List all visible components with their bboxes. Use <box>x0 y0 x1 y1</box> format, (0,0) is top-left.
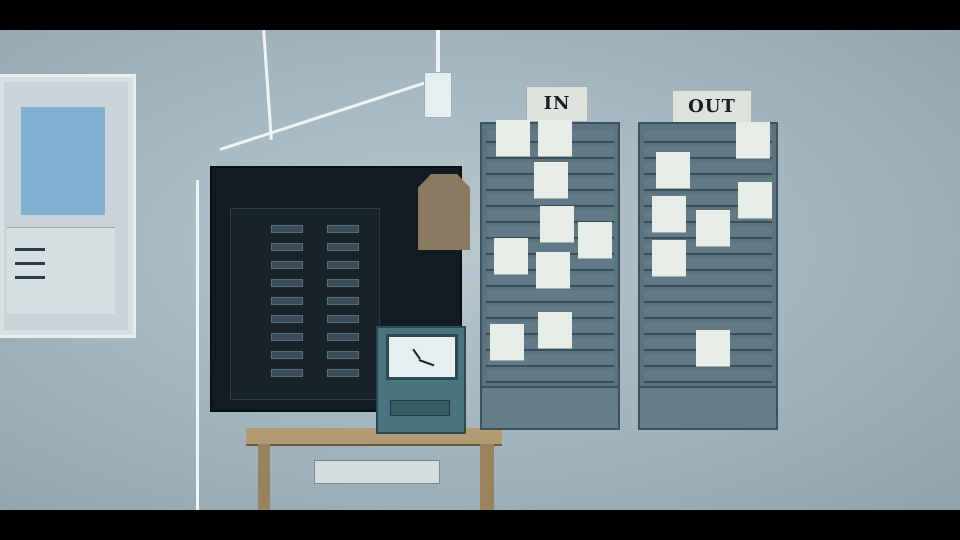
time-card[interactable] <box>578 222 612 258</box>
scene: IN OUT <box>0 30 960 510</box>
breaker <box>327 279 359 287</box>
hanging-tag <box>418 174 470 250</box>
breaker <box>271 315 303 323</box>
breaker <box>327 369 359 377</box>
wall-outlet <box>424 72 452 118</box>
time-card[interactable] <box>656 152 690 188</box>
time-card[interactable] <box>494 238 528 274</box>
in-sign: IN <box>526 86 588 122</box>
table-leg <box>258 444 270 510</box>
breaker <box>327 261 359 269</box>
in-sign-label: IN <box>543 93 571 114</box>
minute-hand <box>418 359 435 367</box>
blue-notice-paper <box>21 107 105 215</box>
time-clock <box>376 326 466 434</box>
time-card[interactable] <box>652 240 686 276</box>
time-card[interactable] <box>652 196 686 232</box>
time-card[interactable] <box>534 162 568 198</box>
cable <box>436 30 440 76</box>
breaker <box>271 297 303 305</box>
hour-hand <box>412 348 421 360</box>
time-card[interactable] <box>696 330 730 366</box>
time-card[interactable] <box>536 252 570 288</box>
breaker-door <box>230 208 380 400</box>
breaker <box>327 297 359 305</box>
breaker <box>327 225 359 233</box>
breaker <box>271 225 303 233</box>
breaker <box>327 351 359 359</box>
time-card[interactable] <box>490 324 524 360</box>
breaker <box>271 243 303 251</box>
cable <box>219 77 438 151</box>
card-slot <box>390 400 450 416</box>
cable <box>196 180 199 510</box>
bulletin-board <box>0 74 136 338</box>
time-card[interactable] <box>738 182 772 218</box>
time-card[interactable] <box>540 206 574 242</box>
breaker <box>271 279 303 287</box>
in-card-rack <box>480 120 620 430</box>
clock-face <box>386 334 458 380</box>
form-paper <box>7 227 115 314</box>
time-card[interactable] <box>696 210 730 246</box>
breaker <box>327 315 359 323</box>
breaker <box>327 333 359 341</box>
out-sign-label: OUT <box>688 96 736 117</box>
breaker <box>271 369 303 377</box>
breaker <box>271 333 303 341</box>
out-sign: OUT <box>672 90 752 124</box>
letterbox-top <box>0 0 960 30</box>
time-card[interactable] <box>538 312 572 348</box>
breaker <box>271 261 303 269</box>
letterbox-bottom <box>0 510 960 540</box>
breaker <box>271 351 303 359</box>
time-card[interactable] <box>496 120 530 156</box>
cable <box>262 30 273 140</box>
time-card[interactable] <box>736 122 770 158</box>
out-card-rack <box>638 122 778 430</box>
breaker <box>327 243 359 251</box>
time-card[interactable] <box>538 120 572 156</box>
table-leg <box>480 444 494 510</box>
power-strip <box>314 460 440 484</box>
